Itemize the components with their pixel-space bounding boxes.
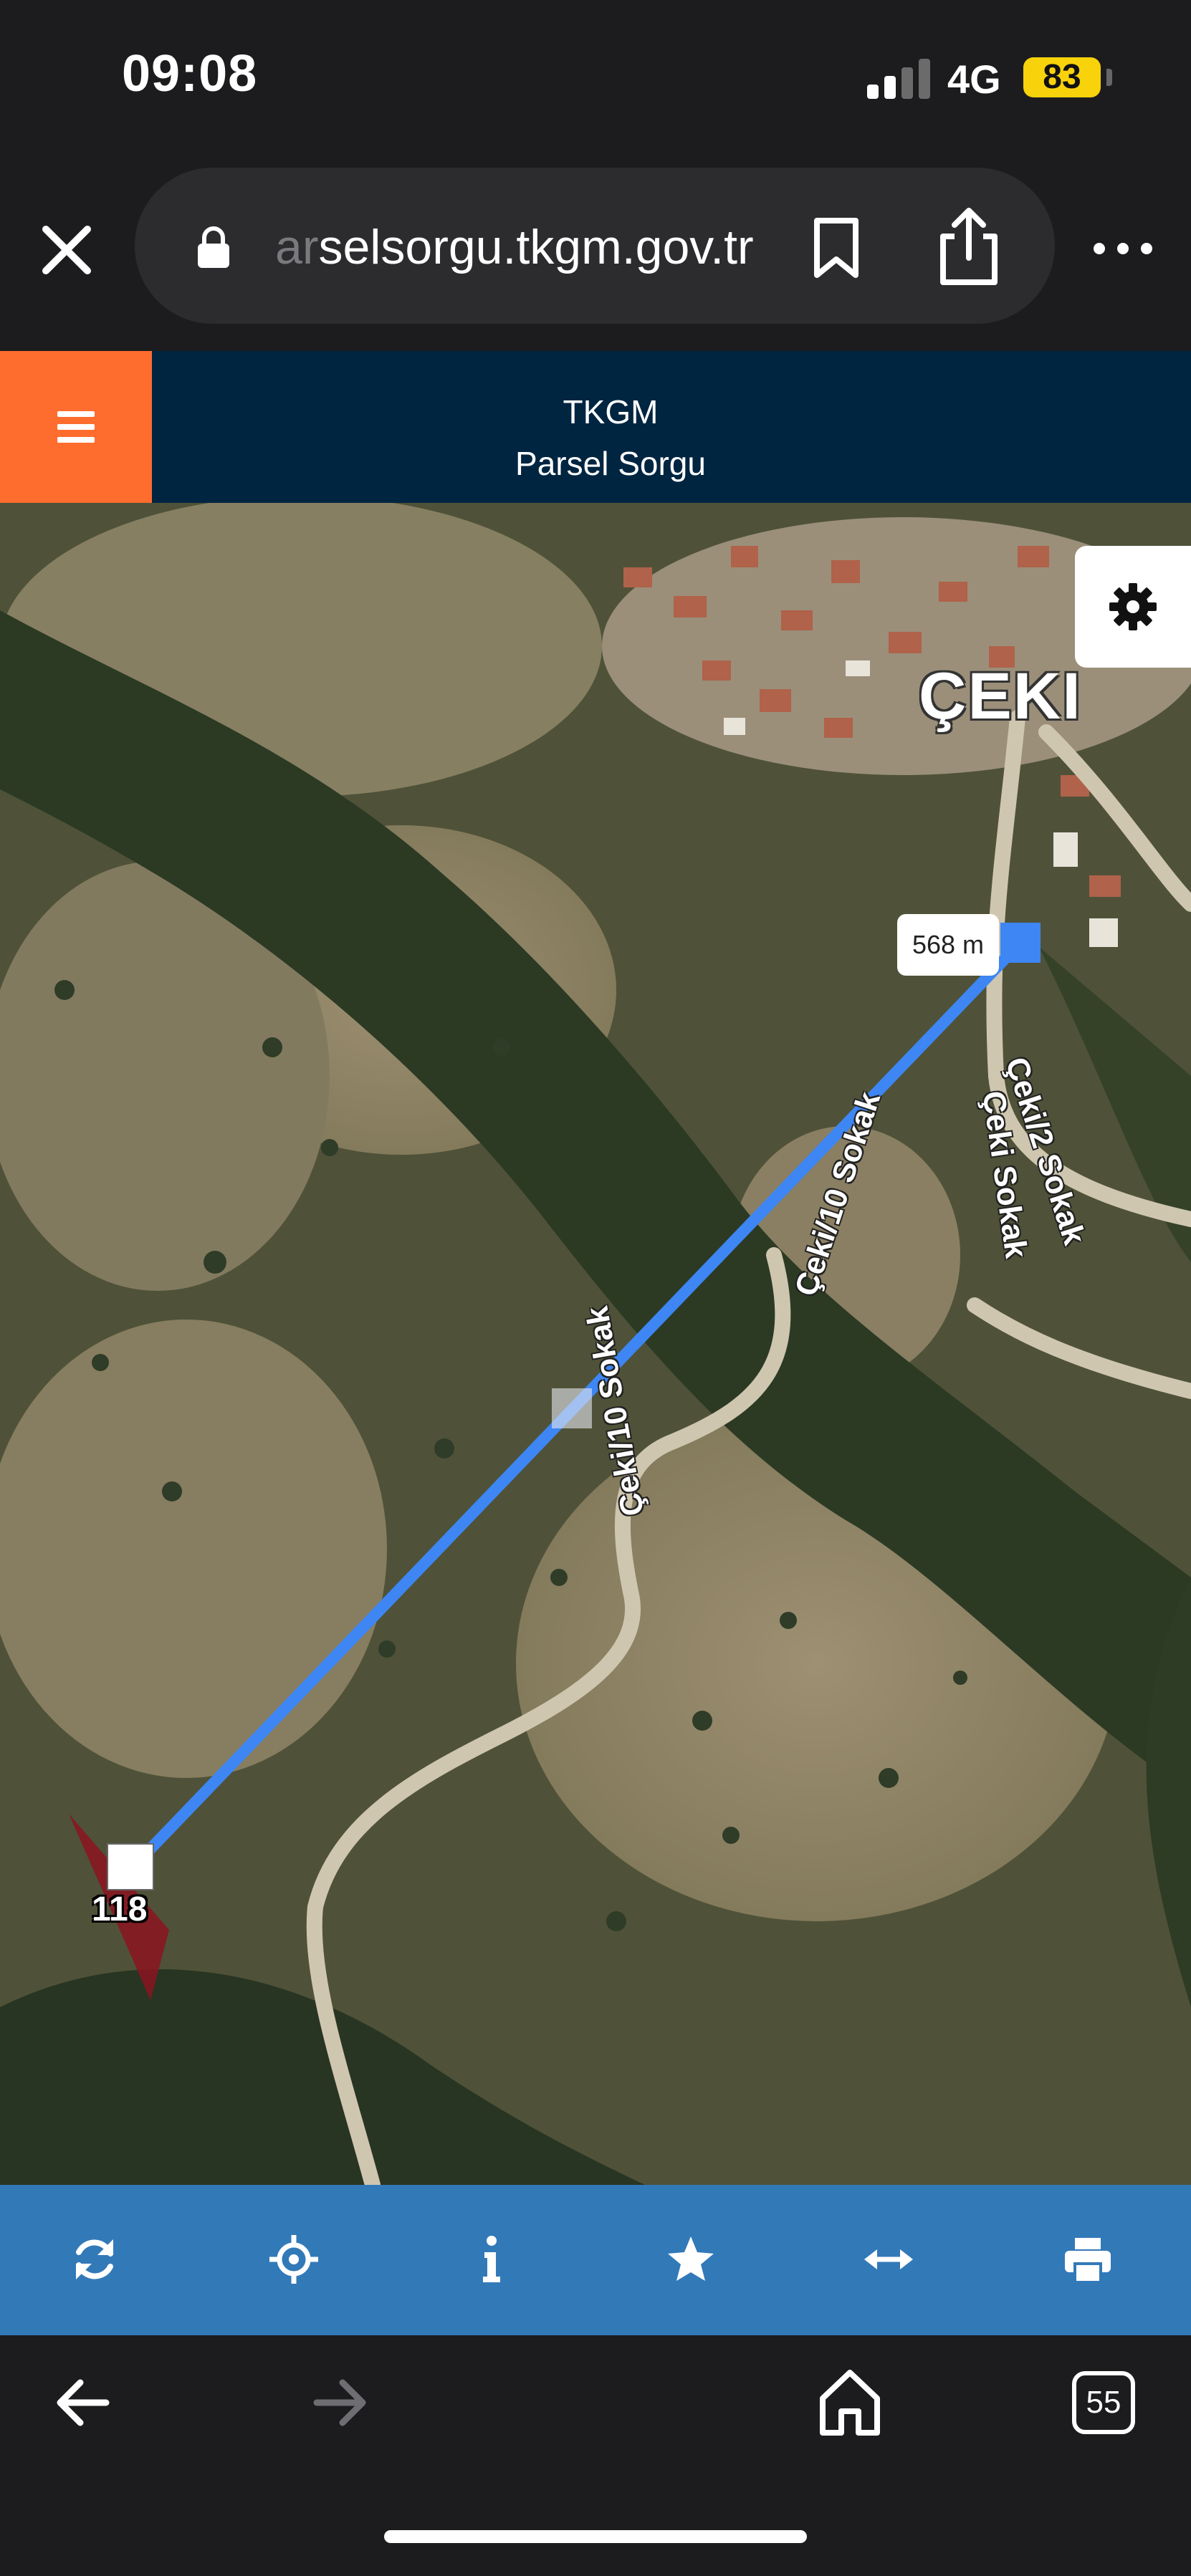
refresh-button[interactable] <box>52 2219 138 2301</box>
map-toolbar <box>0 2185 1191 2335</box>
print-icon <box>1065 2238 1111 2284</box>
forward-icon[interactable] <box>311 2375 368 2433</box>
hamburger-icon <box>57 411 95 443</box>
status-bar: 09:08 4G 83 <box>0 0 1191 158</box>
app-subtitle: Parsel Sorgu <box>515 445 706 482</box>
network-type: 4G <box>947 57 1001 102</box>
signal-icon <box>867 59 932 99</box>
info-icon <box>483 2236 500 2282</box>
measure-endpoint[interactable] <box>1000 923 1041 963</box>
url-text[interactable]: arselsorgu.tkgm.gov.tr <box>275 219 754 275</box>
locate-button[interactable] <box>251 2219 337 2301</box>
share-icon[interactable] <box>936 205 1002 287</box>
locate-icon <box>269 2235 318 2284</box>
star-icon <box>668 2236 714 2281</box>
home-indicator <box>384 2530 807 2543</box>
settings-button[interactable] <box>1075 546 1191 668</box>
battery-tip <box>1106 69 1112 86</box>
gear-icon <box>1109 583 1157 630</box>
bookmark-icon[interactable] <box>810 216 863 279</box>
close-icon[interactable] <box>32 215 102 285</box>
favorite-button[interactable] <box>648 2219 734 2301</box>
measure-icon <box>864 2249 913 2269</box>
tabs-icon[interactable]: 55 <box>1072 2371 1135 2434</box>
distance-label: 568 m <box>897 914 999 976</box>
refresh-icon <box>76 2239 113 2279</box>
more-icon[interactable] <box>1091 231 1155 266</box>
print-button[interactable] <box>1045 2219 1131 2301</box>
lock-icon <box>195 225 232 269</box>
url-main: selsorgu.tkgm.gov.tr <box>318 220 754 274</box>
url-faded: ar <box>275 220 319 274</box>
measure-button[interactable] <box>846 2219 932 2301</box>
app-title: TKGM <box>563 393 659 431</box>
village-label: ÇEKI <box>919 660 1082 733</box>
measure-startpoint[interactable] <box>107 1843 154 1890</box>
back-icon[interactable] <box>54 2375 112 2433</box>
status-time: 09:08 <box>122 45 258 102</box>
home-icon[interactable] <box>817 2367 883 2442</box>
battery-icon: 83 <box>1023 57 1101 97</box>
menu-button[interactable] <box>0 351 152 503</box>
parcel-number: 118 <box>92 1890 148 1928</box>
info-button[interactable] <box>449 2219 535 2301</box>
